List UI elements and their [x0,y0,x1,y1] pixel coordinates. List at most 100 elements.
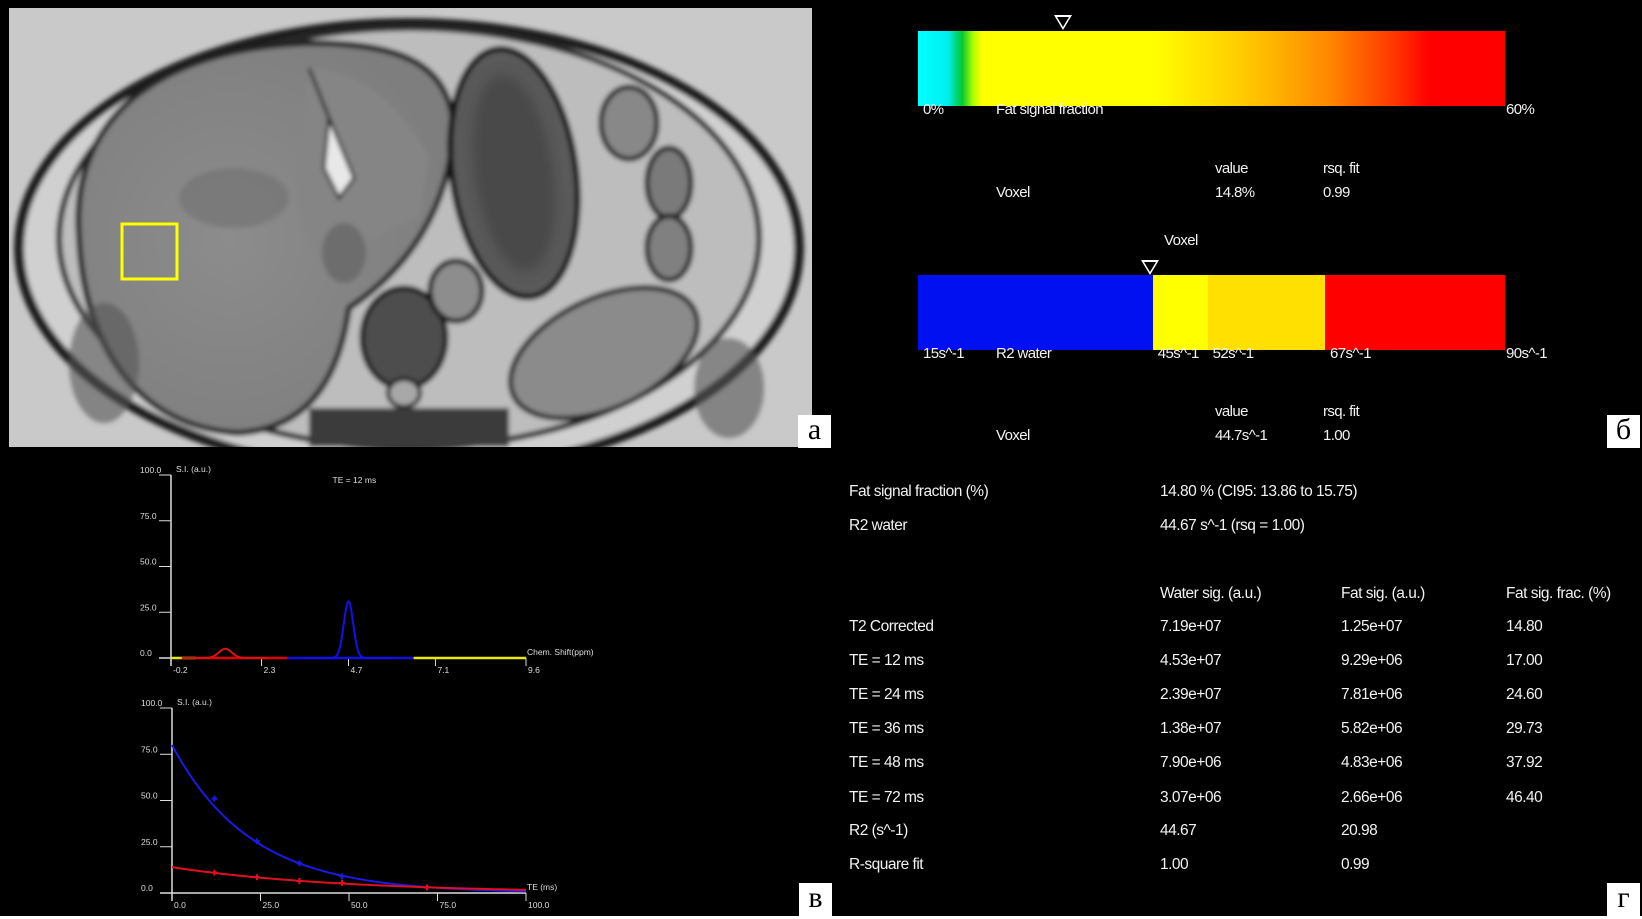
spectrum-water-line [305,599,392,659]
r2-tick-label: 67s^-1 [1329,345,1372,362]
r2-tick-label: 45s^-1 [1157,345,1200,362]
y-tick-label: 25.0 [141,837,158,847]
table-cell: 1.38e+07 [1160,720,1222,737]
panel-label-a: а [798,415,831,448]
fat-bar-title: Fat signal fraction [996,101,1104,118]
x-tick-label: 100.0 [528,900,550,910]
panel-label-g: г [1607,883,1640,916]
x-tick-label: 25.0 [263,900,280,910]
data-point-water [338,873,345,880]
r2-readout-value: 44.7s^-1 [1215,427,1268,444]
x-tick-label: 9.6 [528,665,540,675]
data-point-water [253,838,260,845]
table-cell: 4.83e+06 [1341,754,1403,771]
fat-readout-value: 14.8% [1215,184,1255,201]
r2-marker-icon [1141,260,1160,275]
y-axis-label: S.I. (a.u.) [176,464,211,474]
y-axis-label: S.I. (a.u.) [177,697,212,707]
data-point-fat [211,869,218,876]
fat-bar-max-label: 60% [1506,101,1535,118]
y-tick-label: 25.0 [140,602,157,612]
fat-fraction-colorbar [918,31,1505,106]
fat-bar-min-label: 0% [923,101,944,118]
row-label: TE = 36 ms [849,720,924,737]
mri-axial-image [9,8,812,447]
row-label: R-square fit [849,856,924,873]
table-cell: 46.40 [1506,789,1543,806]
r2-bar-title: R2 water [996,345,1052,362]
r2-tick-label: 90s^-1 [1506,345,1548,362]
data-point-water [423,884,430,891]
data-point-fat [338,879,345,886]
data-point-fat [253,874,260,881]
table-cell: 14.80 [1506,618,1543,635]
r2-bar-segment [1324,275,1505,350]
x-axis-label: Chem. Shift(ppm) [527,647,594,657]
r2-bar-segment [918,275,1153,350]
x-tick-label: 0.0 [174,900,186,910]
r2-water-value: 44.67 s^-1 (rsq = 1.00) [1160,517,1305,534]
row-label: TE = 48 ms [849,754,924,771]
y-tick-label: 0.0 [141,883,153,893]
x-tick-label: 50.0 [351,900,368,910]
y-tick-label: 75.0 [141,744,158,754]
r2-marker-label: Voxel [1164,232,1198,249]
table-cell: 17.00 [1506,652,1543,669]
table-cell: 1.00 [1160,856,1189,873]
fat-readout-header-rsq: rsq. fit [1323,160,1360,177]
table-cell: 7.90e+06 [1160,754,1222,771]
table-cell: 7.81e+06 [1341,686,1403,703]
fat-signal-fraction-value: 14.80 % (CI95: 13.86 to 15.75) [1160,483,1357,500]
panel-label-v: в [799,883,832,916]
table-cell: 9.29e+06 [1341,652,1403,669]
row-label: TE = 72 ms [849,789,924,806]
row-label: TE = 24 ms [849,686,924,703]
y-tick-label: 100.0 [140,465,162,475]
spectrum-fat-line [181,647,269,659]
x-tick-label: 75.0 [440,900,457,910]
r2-readout-header-value: value [1215,403,1248,420]
y-tick-label: 75.0 [140,511,157,521]
fat-readout-rsq: 0.99 [1323,184,1350,201]
x-tick-label: 7.1 [437,665,449,675]
table-cell: 1.25e+07 [1341,618,1403,635]
table-cell: 44.67 [1160,822,1197,839]
r2-readout-header-rsq: rsq. fit [1323,403,1360,420]
row-label: T2 Corrected [849,618,934,635]
table-cell: 37.92 [1506,754,1543,771]
row-label: TE = 12 ms [849,652,924,669]
x-axis-label: TE (ms) [527,882,557,892]
r2-tick-label: 15s^-1 [923,345,965,362]
table-header: Water sig. (a.u.) [1160,585,1262,602]
fat-signal-fraction-label: Fat signal fraction (%) [849,483,989,500]
table-cell: 24.60 [1506,686,1543,703]
fat-readout-row-label: Voxel [996,184,1030,201]
x-tick-label: 4.7 [351,665,363,675]
r2-water-colorbar [918,275,1505,350]
data-point-water [211,795,218,802]
r2-bar-segment [1152,275,1208,350]
r2-readout-rsq: 1.00 [1323,427,1350,444]
panel-label-b: б [1607,415,1640,448]
r2-bar-segment [1207,275,1325,350]
table-cell: 3.07e+06 [1160,789,1222,806]
y-tick-label: 50.0 [140,557,157,567]
r2-tick-label: 52s^-1 [1212,345,1255,362]
r2-readout-row-label: Voxel [996,427,1030,444]
y-tick-label: 50.0 [141,791,158,801]
data-point-fat [423,884,430,891]
fat-readout-header-value: value [1215,160,1248,177]
x-tick-label: 2.3 [264,665,276,675]
table-header: Fat sig. frac. (%) [1506,585,1611,602]
table-cell: 5.82e+06 [1341,720,1403,737]
table-header: Fat sig. (a.u.) [1341,585,1425,602]
fat-fraction-marker-icon [1053,15,1072,30]
r2-water-label: R2 water [849,517,908,534]
data-point-fat [296,877,303,884]
x-tick-label: -0.2 [173,665,188,675]
table-cell: 0.99 [1341,856,1370,873]
table-cell: 29.73 [1506,720,1543,737]
table-cell: 4.53e+07 [1160,652,1222,669]
decay-fit-fat-line [171,866,526,891]
table-cell: 2.66e+06 [1341,789,1403,806]
